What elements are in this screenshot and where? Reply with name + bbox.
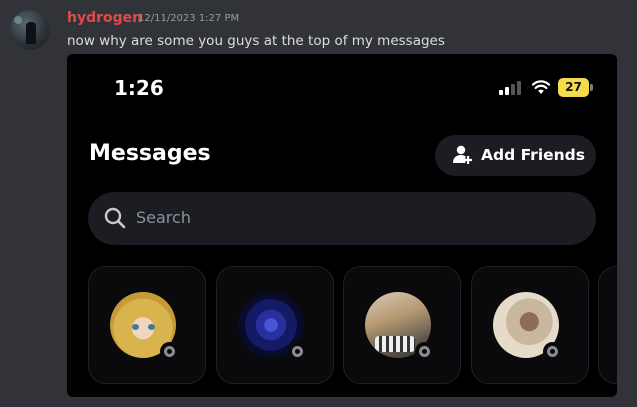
add-friends-label: Add Friends xyxy=(481,146,586,164)
battery-icon: 27 xyxy=(558,78,594,97)
message-text: now why are some you guys at the top of … xyxy=(67,33,445,49)
avatar-detail xyxy=(375,336,415,352)
battery-level: 27 xyxy=(565,80,582,94)
avatar-eye xyxy=(132,324,139,330)
search-placeholder: Search xyxy=(136,208,191,227)
friend-card[interactable] xyxy=(216,266,334,384)
cellular-signal-icon xyxy=(499,81,521,95)
offline-status-icon xyxy=(288,342,307,361)
avatar-figure xyxy=(26,22,36,44)
image-attachment[interactable]: 1:26 27 Messages Add Friends Search xyxy=(67,54,617,397)
chat-message: hydrogen 12/11/2023 1:27 PM now why are … xyxy=(0,0,637,407)
add-user-icon xyxy=(453,145,473,164)
user-avatar[interactable] xyxy=(10,10,50,50)
battery-tip xyxy=(590,84,593,91)
offline-status-icon xyxy=(160,342,179,361)
avatar-light xyxy=(14,16,22,24)
status-bar-time: 1:26 xyxy=(114,76,164,100)
offline-status-icon xyxy=(543,342,562,361)
avatar-eye xyxy=(148,324,155,330)
friend-card[interactable] xyxy=(343,266,461,384)
message-timestamp: 12/11/2023 1:27 PM xyxy=(138,13,240,24)
add-friends-button[interactable]: Add Friends xyxy=(435,135,596,176)
offline-status-icon xyxy=(415,342,434,361)
friend-card[interactable] xyxy=(471,266,589,384)
friend-card-partial[interactable] xyxy=(598,266,617,384)
search-input[interactable]: Search xyxy=(88,192,596,245)
wifi-icon xyxy=(532,80,550,94)
search-icon xyxy=(104,207,126,229)
username[interactable]: hydrogen xyxy=(67,10,142,26)
friend-card[interactable] xyxy=(88,266,206,384)
page-title: Messages xyxy=(89,141,211,166)
